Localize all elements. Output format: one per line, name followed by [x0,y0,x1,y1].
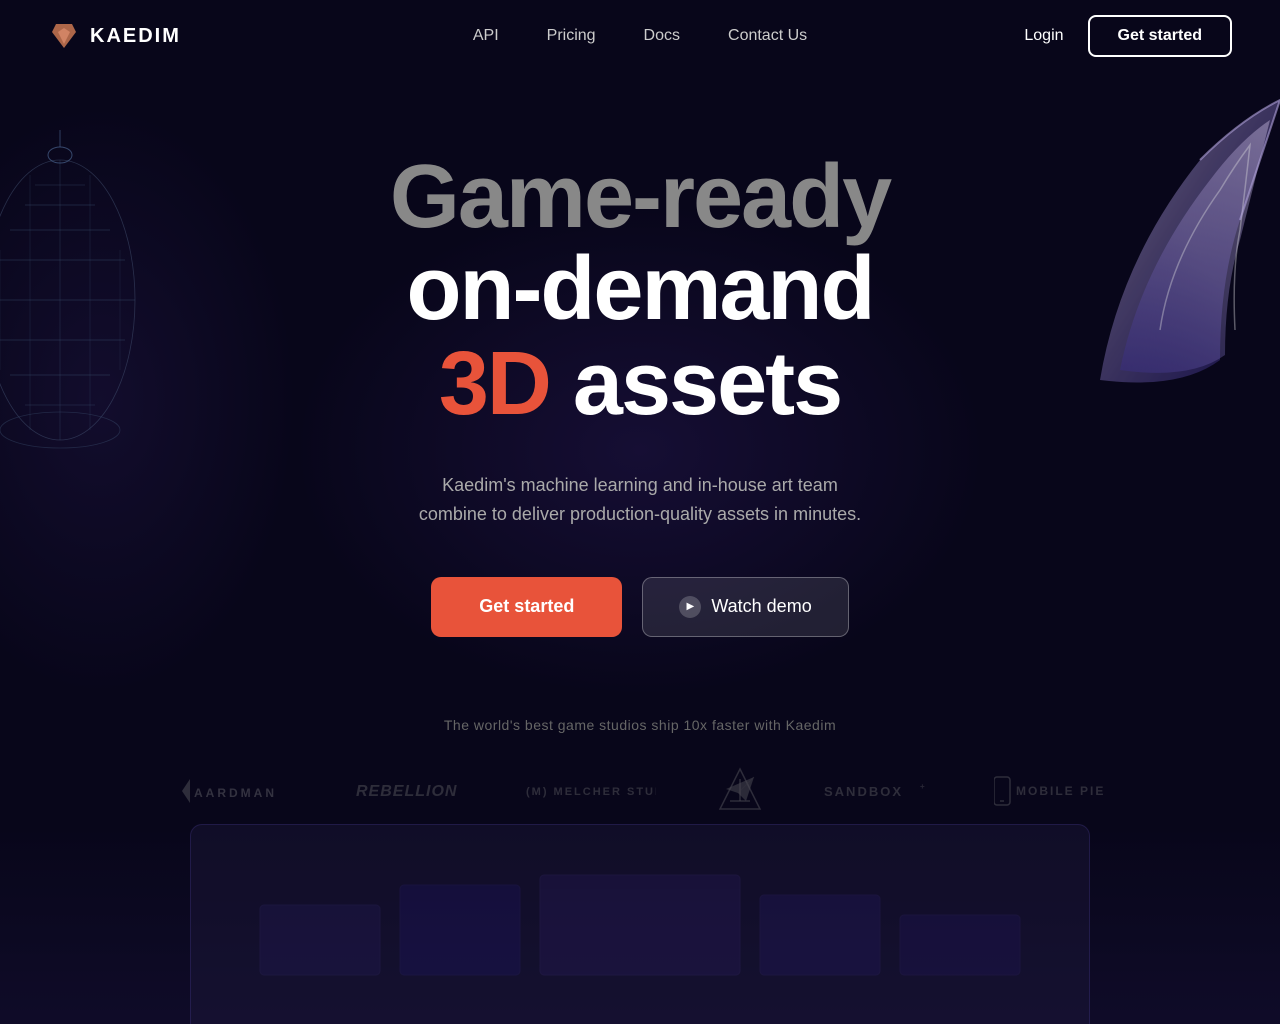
hero-watch-demo-button[interactable]: ▶ Watch demo [642,577,848,637]
logos-row: AARDMAN REBELLION (m) melcher studios [0,765,1280,820]
svg-text:SANDBOX: SANDBOX [824,784,903,799]
svg-text:(m) melcher studios: (m) melcher studios [526,786,656,798]
hero-subtitle-line1: Kaedim's machine learning and in-house a… [442,475,838,495]
play-icon: ▶ [679,596,701,618]
navbar: KAEDIM API Pricing Docs Contact Us Login… [0,0,1280,72]
login-button[interactable]: Login [1024,27,1063,45]
logo-mobilepie: mobile pie [994,773,1104,812]
nav-get-started-button[interactable]: Get started [1088,15,1232,57]
svg-text:+: + [920,782,927,791]
bottom-preview-panel [190,824,1090,1024]
logo-melcher: (m) melcher studios [526,775,656,810]
hero-line1: Game-ready [0,152,1280,242]
hero-subtitle: Kaedim's machine learning and in-house a… [0,471,1280,529]
svg-text:REBELLION: REBELLION [356,783,457,800]
logos-section: The world's best game studios ship 10x f… [0,717,1280,820]
hero-assets-text: assets [550,334,841,434]
hero-line2: on-demand [0,242,1280,337]
nav-link-api[interactable]: API [473,27,499,45]
logo-aardman: AARDMAN [176,775,296,810]
hero-line3: 3D assets [0,337,1280,432]
svg-text:mobile pie: mobile pie [1016,784,1104,798]
nav-link-contact[interactable]: Contact Us [728,27,807,45]
svg-text:AARDMAN: AARDMAN [194,786,277,800]
hero-section: Game-ready on-demand 3D assets Kaedim's … [0,72,1280,637]
nav-link-pricing[interactable]: Pricing [547,27,596,45]
logo-arrow-studio [716,765,764,820]
logo-icon [48,20,80,52]
nav-links: API Pricing Docs Contact Us [473,27,807,45]
logos-tagline: The world's best game studios ship 10x f… [0,717,1280,733]
logo[interactable]: KAEDIM [48,20,181,52]
nav-actions: Login Get started [1024,15,1232,57]
bottom-preview-inner [191,825,1089,1024]
hero-title: Game-ready on-demand 3D assets [0,152,1280,431]
logo-text: KAEDIM [90,25,181,48]
logo-rebellion: REBELLION [356,774,466,811]
watch-demo-label: Watch demo [711,596,811,617]
nav-link-docs[interactable]: Docs [644,27,680,45]
logo-sandbox: SANDBOX + [824,775,934,810]
hero-3d-text: 3D [439,334,550,434]
hero-buttons: Get started ▶ Watch demo [0,577,1280,637]
hero-get-started-button[interactable]: Get started [431,577,622,637]
hero-subtitle-line2: combine to deliver production-quality as… [419,504,861,524]
